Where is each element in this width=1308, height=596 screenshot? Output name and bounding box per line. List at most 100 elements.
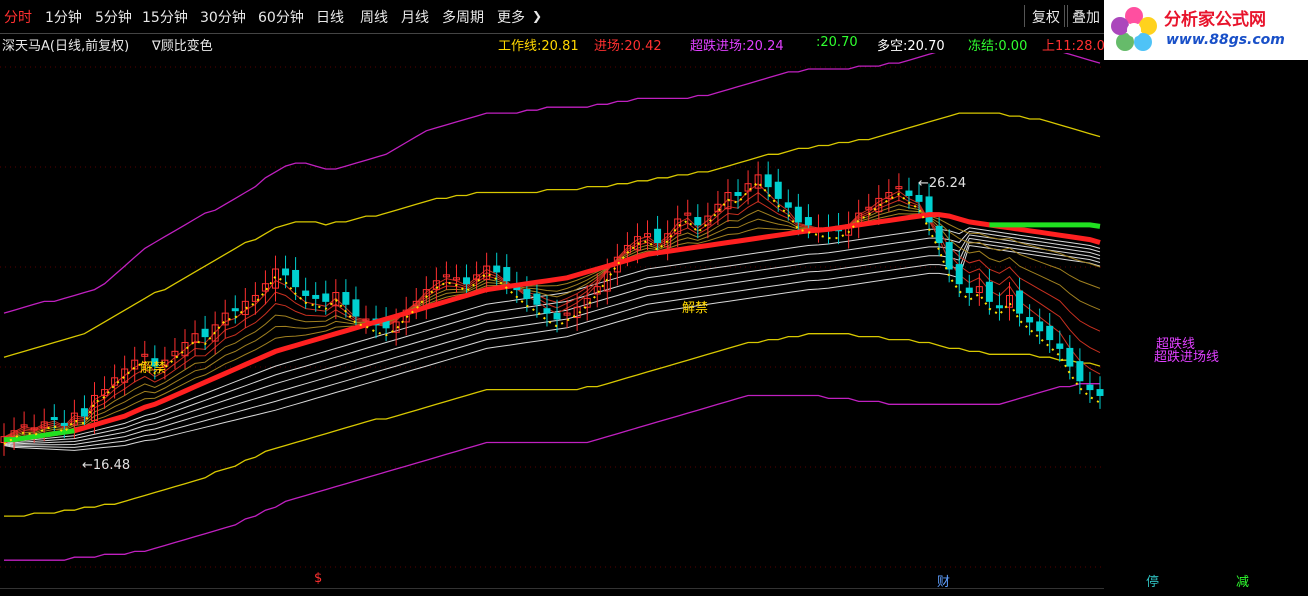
candle-body [1026, 317, 1034, 323]
info-item-5: 冻结:0.00 [968, 35, 1027, 54]
candle-body [915, 194, 923, 202]
info-item-4: 多空:20.70 [877, 35, 945, 54]
tab-3[interactable]: 15分钟 [142, 7, 188, 27]
candle-body [935, 225, 943, 244]
work-line-thick [4, 212, 1101, 443]
candle-body [995, 305, 1003, 309]
tab-5[interactable]: 60分钟 [258, 7, 304, 27]
candle-body [231, 308, 239, 312]
candle-body [774, 181, 782, 199]
tab-8[interactable]: 月线 [401, 7, 429, 27]
guppy-short-2 [3, 199, 1101, 439]
logo-url: www.88gs.com [1166, 32, 1285, 48]
more-arrow-icon[interactable]: ❯ [532, 9, 542, 23]
candle-body [533, 293, 541, 305]
info-value: 0.00 [998, 39, 1028, 54]
candle-body [955, 264, 963, 285]
candle-body [1076, 361, 1084, 382]
guppy-long-1 [3, 230, 1101, 444]
candle-body [925, 196, 933, 223]
tab-0[interactable]: 分时 [4, 7, 32, 27]
info-item-0: 工作线:20.81 [498, 35, 579, 54]
candle-body [764, 174, 772, 188]
info-value: 20.81 [541, 39, 579, 54]
info-label: 冻结: [968, 39, 999, 54]
info-value: 28.0 [1075, 39, 1105, 54]
guppy-long-0 [3, 227, 1101, 443]
candle-body [794, 206, 802, 223]
info-label: 上11: [1042, 39, 1076, 54]
candle-body [1046, 325, 1054, 341]
candle-body [905, 190, 913, 196]
candle-body [282, 268, 290, 276]
tab-7[interactable]: 周线 [360, 7, 388, 27]
candle-body [784, 202, 792, 208]
info-item-1: 进场:20.42 [594, 35, 662, 54]
tab-6[interactable]: 日线 [316, 7, 344, 27]
candle-body [1086, 384, 1094, 391]
guppy-long-3 [3, 237, 1101, 446]
candle-body [1056, 343, 1064, 349]
candle-body [523, 289, 531, 299]
jiejin-label-2: 解禁 [682, 301, 709, 316]
logo: 分析家公式网 www.88gs.com [1104, 0, 1308, 60]
info-value: 20.42 [624, 39, 662, 54]
candle-body [1066, 347, 1074, 367]
tab-4[interactable]: 30分钟 [200, 7, 246, 27]
candle-body [80, 408, 88, 417]
candle-body [463, 277, 471, 285]
candle-body [553, 312, 561, 320]
tab-2[interactable]: 5分钟 [95, 7, 132, 27]
info-value: 20.70 [820, 35, 858, 50]
candle-body [654, 228, 662, 244]
info-label: 多空: [877, 39, 908, 54]
candle-body [312, 294, 320, 299]
candle-body [1096, 389, 1104, 396]
tab-10[interactable]: 更多 [497, 7, 525, 27]
candle-body [352, 299, 360, 317]
bottom-marker-0: $ [314, 571, 323, 586]
fuquan-button[interactable]: 复权 [1024, 5, 1068, 27]
tab-9[interactable]: 多周期 [442, 7, 484, 27]
guppy-short-5 [3, 213, 1101, 440]
jiejin-label-1: 解禁 [140, 361, 167, 376]
stock-title[interactable]: 深天马A(日线,前复权) [2, 35, 129, 54]
info-item-2: 超跌进场:20.24 [690, 35, 784, 54]
candle-body [965, 287, 973, 294]
info-item-6: 上11:28.0 [1042, 35, 1105, 54]
candle-body [201, 328, 209, 338]
candle-body [985, 281, 993, 302]
info-label: 超跌进场: [690, 39, 747, 54]
logo-title: 分析家公式网 [1164, 10, 1266, 30]
overlay-button[interactable]: 叠加 [1064, 5, 1108, 27]
candle-body [804, 217, 812, 226]
candle-body [945, 242, 953, 270]
candle-body [734, 192, 742, 196]
low-price-label: ←16.48 [82, 458, 131, 473]
info-value: 20.70 [907, 39, 945, 54]
flower-logo-icon [1111, 7, 1157, 51]
guppy-long-2 [3, 234, 1101, 445]
candle-body [493, 265, 501, 273]
band-outer-lower [4, 383, 1100, 561]
candle-body [322, 293, 330, 302]
info-value: 20.24 [746, 39, 784, 54]
kline-chart[interactable] [0, 53, 1104, 595]
candle-body [543, 308, 551, 314]
candle-body [1016, 290, 1024, 314]
candle-body [302, 290, 310, 296]
candle-body [292, 269, 300, 288]
chaodie-entry-label: 超跌进场线 [1154, 350, 1220, 365]
info-label: 进场: [594, 39, 625, 54]
candle-body [60, 422, 68, 426]
tab-1[interactable]: 1分钟 [45, 7, 82, 27]
indicator-info-bar: 深天马A(日线,前复权) ∇顾比变色 工作线:20.81 进场:20.42 超跌进场… [0, 33, 1105, 54]
formula-name[interactable]: ∇顾比变色 [152, 35, 213, 54]
bottom-marker-3: 减 [1236, 575, 1250, 590]
bottom-marker-2: 停 [1146, 575, 1160, 590]
candle-body [1036, 321, 1044, 332]
info-item-3: :20.70 [816, 35, 858, 50]
candle-body [50, 417, 58, 421]
candle-body [503, 267, 511, 282]
info-label: 工作线: [498, 39, 542, 54]
